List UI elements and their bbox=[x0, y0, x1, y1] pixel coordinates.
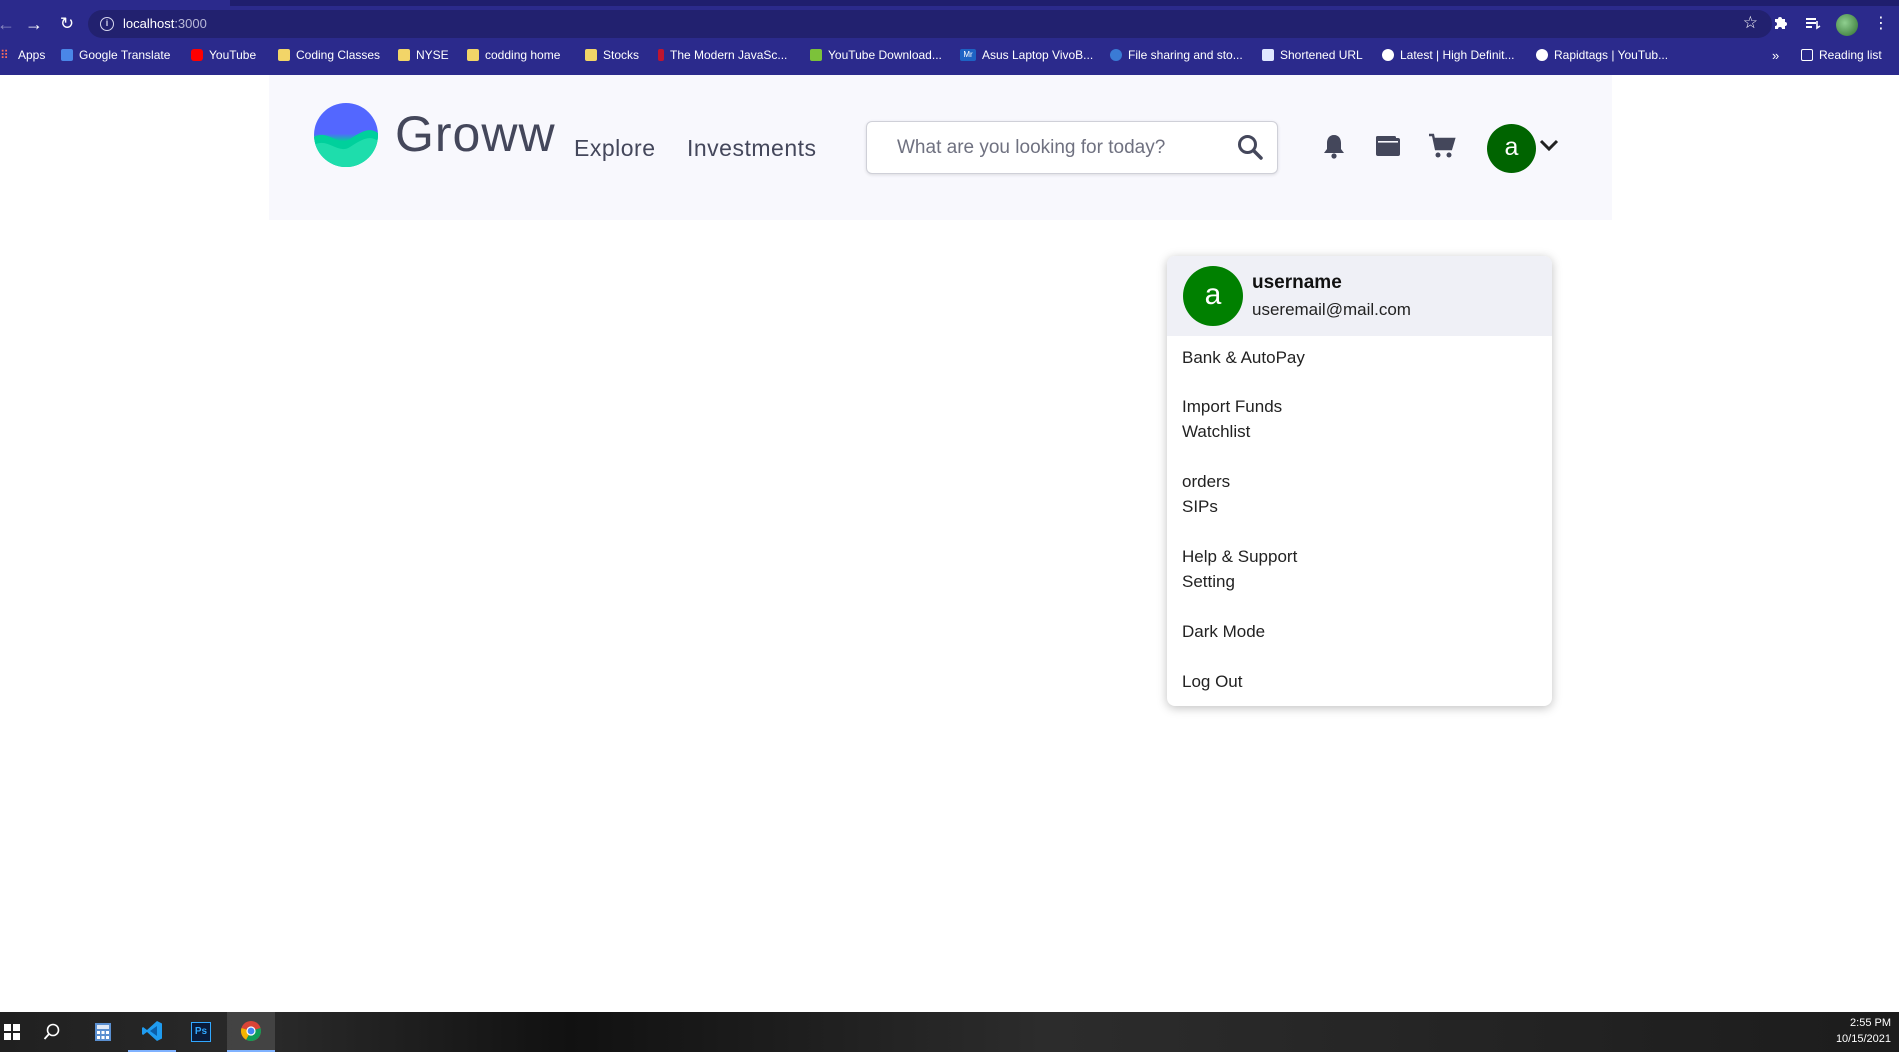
chrome-app-icon[interactable] bbox=[227, 1012, 275, 1052]
menu-kebab-icon[interactable]: ⋮ bbox=[1873, 15, 1889, 33]
site-header: Groww Explore Investments a bbox=[269, 75, 1612, 220]
bookmarks-overflow-button[interactable]: » bbox=[1772, 48, 1779, 63]
mr-icon: Mr bbox=[960, 49, 976, 61]
cart-icon[interactable] bbox=[1428, 133, 1456, 159]
user-dropdown-menu: a username useremail@mail.com Bank & Aut… bbox=[1167, 256, 1552, 706]
bookmark-label: Stocks bbox=[603, 48, 640, 62]
bookmark-label: Coding Classes bbox=[296, 48, 381, 62]
bookmark-asus-laptop[interactable]: Mr Asus Laptop VivoB... bbox=[960, 48, 1093, 62]
menu-item-import-funds[interactable]: Import Funds bbox=[1182, 397, 1282, 417]
bookmark-file-sharing[interactable]: File sharing and sto... bbox=[1110, 48, 1243, 62]
nav-investments[interactable]: Investments bbox=[687, 135, 817, 162]
bookmark-label: Google Translate bbox=[79, 48, 171, 62]
menu-item-setting[interactable]: Setting bbox=[1182, 572, 1235, 592]
reading-list-icon bbox=[1801, 49, 1813, 61]
reading-list-button[interactable]: Reading list bbox=[1801, 48, 1882, 62]
bookmark-stocks[interactable]: Stocks bbox=[585, 48, 639, 62]
site-icon bbox=[1262, 49, 1274, 61]
globe-icon bbox=[1382, 49, 1394, 61]
apps-grid-icon: ⠿ bbox=[0, 48, 9, 62]
bookmark-label: Apps bbox=[18, 48, 46, 62]
address-bar[interactable]: i localhost:3000 ☆ bbox=[88, 10, 1772, 38]
download-icon bbox=[810, 49, 822, 61]
vscode-app-icon[interactable] bbox=[128, 1012, 176, 1052]
bookmark-label: codding home bbox=[485, 48, 561, 62]
profile-avatar[interactable] bbox=[1836, 14, 1858, 36]
menu-item-help-support[interactable]: Help & Support bbox=[1182, 547, 1297, 567]
bookmark-label: File sharing and sto... bbox=[1128, 48, 1243, 62]
bookmark-label: YouTube bbox=[209, 48, 257, 62]
wallet-icon[interactable] bbox=[1375, 135, 1401, 157]
bookmark-label: Asus Laptop VivoB... bbox=[982, 48, 1094, 62]
clock-date: 10/15/2021 bbox=[1835, 1033, 1891, 1045]
bookmark-apps[interactable]: ⠿ Apps bbox=[0, 48, 45, 62]
taskbar-search-icon[interactable] bbox=[28, 1012, 76, 1052]
menu-item-bank-autopay[interactable]: Bank & AutoPay bbox=[1182, 348, 1305, 368]
bookmark-google-translate[interactable]: Google Translate bbox=[61, 48, 170, 62]
taskbar-clock[interactable]: 2:55 PM 10/15/2021 bbox=[1836, 1015, 1891, 1047]
menu-item-orders[interactable]: orders bbox=[1182, 472, 1230, 492]
calculator-app-icon[interactable] bbox=[79, 1012, 127, 1052]
browser-chrome: ← → ↻ i localhost:3000 ☆ ⋮ ⠿ Apps Google … bbox=[0, 0, 1899, 75]
bookmark-label: The Modern JavaSc... bbox=[670, 48, 788, 62]
bookmark-rapidtags[interactable]: Rapidtags | YouTub... bbox=[1536, 48, 1668, 62]
bookmark-label: YouTube Download... bbox=[828, 48, 942, 62]
site-info-icon[interactable]: i bbox=[100, 17, 114, 31]
forward-icon[interactable]: → bbox=[22, 12, 46, 36]
bookmarks-bar: ⠿ Apps Google Translate YouTube Coding Cl… bbox=[0, 44, 1899, 68]
google-translate-icon bbox=[61, 49, 73, 61]
media-queue-icon[interactable] bbox=[1805, 15, 1821, 36]
dropdown-avatar: a bbox=[1183, 266, 1243, 326]
bookmark-nyse[interactable]: NYSE bbox=[398, 48, 449, 62]
user-avatar-button[interactable]: a bbox=[1487, 124, 1536, 173]
folder-icon bbox=[585, 49, 597, 61]
bookmark-youtube[interactable]: YouTube bbox=[191, 48, 256, 62]
dropdown-username: username bbox=[1252, 272, 1342, 293]
bookmark-latest-high-definition[interactable]: Latest | High Definit... bbox=[1382, 48, 1515, 62]
search-box[interactable] bbox=[866, 121, 1278, 174]
nav-explore[interactable]: Explore bbox=[574, 135, 655, 162]
bookmark-coding-classes[interactable]: Coding Classes bbox=[278, 48, 380, 62]
menu-item-log-out[interactable]: Log Out bbox=[1182, 672, 1243, 692]
bookmark-label: Latest | High Definit... bbox=[1400, 48, 1515, 62]
clock-time: 2:55 PM bbox=[1850, 1017, 1891, 1029]
globe-icon bbox=[1536, 49, 1548, 61]
bookmark-shortened-url[interactable]: Shortened URL bbox=[1262, 48, 1363, 62]
folder-icon bbox=[467, 49, 479, 61]
folder-icon bbox=[398, 49, 410, 61]
url-port: :3000 bbox=[174, 16, 207, 31]
groww-logo-icon[interactable] bbox=[314, 103, 378, 167]
notification-bell-icon[interactable] bbox=[1322, 133, 1346, 159]
bookmark-label: NYSE bbox=[416, 48, 449, 62]
dropdown-email: useremail@mail.com bbox=[1252, 300, 1411, 319]
windows-taskbar: Ps 2:55 PM 10/15/2021 bbox=[0, 1012, 1899, 1052]
chevron-down-icon[interactable] bbox=[1539, 139, 1559, 153]
menu-item-dark-mode[interactable]: Dark Mode bbox=[1182, 622, 1265, 642]
bookmark-label: Shortened URL bbox=[1280, 48, 1363, 62]
site-icon bbox=[658, 49, 664, 61]
reload-icon[interactable]: ↻ bbox=[55, 12, 79, 36]
folder-icon bbox=[278, 49, 290, 61]
browser-toolbar: ← → ↻ i localhost:3000 ☆ ⋮ bbox=[0, 6, 1899, 42]
bookmark-modern-javascript[interactable]: The Modern JavaSc... bbox=[658, 48, 787, 62]
page-content: Groww Explore Investments a bbox=[0, 75, 1899, 1012]
bookmark-label: Rapidtags | YouTub... bbox=[1554, 48, 1669, 62]
reading-list-label: Reading list bbox=[1819, 48, 1882, 62]
menu-item-sips[interactable]: SIPs bbox=[1182, 497, 1218, 517]
back-icon[interactable]: ← bbox=[0, 12, 18, 36]
youtube-icon bbox=[191, 49, 203, 61]
site-icon bbox=[1110, 49, 1122, 61]
bookmark-codding-home[interactable]: codding home bbox=[467, 48, 560, 62]
bookmark-youtube-download[interactable]: YouTube Download... bbox=[810, 48, 942, 62]
search-icon[interactable] bbox=[1237, 134, 1263, 160]
dropdown-profile-header[interactable]: a username useremail@mail.com bbox=[1167, 256, 1552, 336]
url-text[interactable]: localhost:3000 bbox=[123, 16, 207, 31]
search-input[interactable] bbox=[897, 133, 1227, 163]
bookmark-star-icon[interactable]: ☆ bbox=[1743, 13, 1758, 33]
extensions-puzzle-icon[interactable] bbox=[1772, 15, 1788, 36]
brand-name[interactable]: Groww bbox=[395, 105, 556, 163]
url-host: localhost bbox=[123, 16, 175, 31]
menu-item-watchlist[interactable]: Watchlist bbox=[1182, 422, 1250, 442]
photoshop-app-icon[interactable]: Ps bbox=[177, 1012, 225, 1052]
